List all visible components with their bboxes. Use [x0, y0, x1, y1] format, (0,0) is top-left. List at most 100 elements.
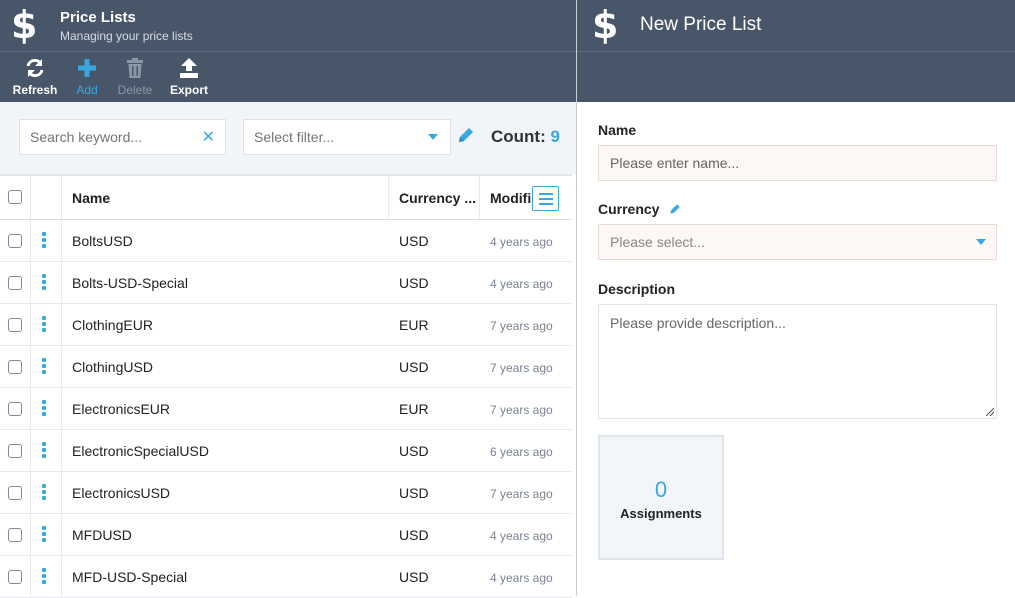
row-currency-cell: USD — [389, 346, 480, 387]
table-row[interactable]: BoltsUSD USD 4 years ago — [0, 220, 572, 262]
assignments-count: 0 — [654, 477, 668, 502]
name-field[interactable]: Please enter name... — [598, 145, 997, 181]
row-name: MFD-USD-Special — [72, 569, 188, 585]
row-name-cell: ElectronicSpecialUSD — [62, 430, 389, 471]
refresh-label: Refresh — [12, 83, 58, 97]
select-all-checkbox[interactable] — [8, 190, 22, 204]
row-actions-cell — [31, 556, 62, 597]
row-modified-cell: 4 years ago — [480, 514, 572, 555]
kebab-menu-icon[interactable] — [42, 526, 48, 544]
menu-icon-bar — [539, 203, 553, 205]
row-checkbox[interactable] — [8, 360, 22, 374]
assignments-label: Assignments — [620, 506, 702, 521]
row-checkbox[interactable] — [8, 318, 22, 332]
refresh-icon — [12, 57, 58, 83]
row-select-cell — [0, 430, 31, 471]
kebab-menu-icon[interactable] — [42, 358, 48, 376]
row-select-cell — [0, 514, 31, 555]
edit-filter-icon[interactable] — [457, 126, 475, 149]
row-currency: EUR — [399, 317, 429, 333]
kebab-menu-icon[interactable] — [42, 442, 48, 460]
kebab-menu-icon[interactable] — [42, 484, 48, 502]
export-label: Export — [169, 83, 208, 97]
table-row[interactable]: Bolts-USD-Special USD 4 years ago — [0, 262, 572, 304]
menu-icon-bar — [539, 198, 553, 200]
table-row[interactable]: ElectronicsEUR EUR 7 years ago — [0, 388, 572, 430]
table-row[interactable]: ElectronicSpecialUSD USD 6 years ago — [0, 430, 572, 472]
add-button[interactable]: Add — [74, 52, 100, 102]
add-label: Add — [76, 83, 98, 97]
row-actions-cell — [31, 220, 62, 261]
edit-currency-icon[interactable] — [669, 202, 681, 218]
row-currency: USD — [399, 233, 429, 249]
refresh-button[interactable]: Refresh — [12, 52, 58, 102]
toolbar: Refresh Add Delete Export — [0, 52, 576, 102]
page-subtitle: Managing your price lists — [60, 29, 193, 43]
menu-icon — [539, 193, 553, 195]
export-button[interactable]: Export — [169, 52, 209, 102]
row-name-cell: Bolts-USD-Special — [62, 262, 389, 303]
row-currency-cell: USD — [389, 430, 480, 471]
kebab-menu-icon[interactable] — [42, 232, 48, 250]
trash-icon — [115, 57, 155, 83]
row-modified: 7 years ago — [490, 487, 553, 501]
table-row[interactable]: ElectronicsUSD USD 7 years ago — [0, 472, 572, 514]
row-checkbox[interactable] — [8, 402, 22, 416]
currency-placeholder: Please select... — [610, 234, 705, 250]
row-modified: 4 years ago — [490, 277, 553, 291]
row-modified-cell: 7 years ago — [480, 304, 572, 345]
table-row[interactable]: MFD-USD-Special USD 4 years ago — [0, 556, 572, 598]
kebab-menu-icon[interactable] — [42, 274, 48, 292]
grid-header: Name Currency ... Modifi... — [0, 176, 572, 220]
table-row[interactable]: MFDUSD USD 4 years ago — [0, 514, 572, 556]
row-currency-cell: USD — [389, 514, 480, 555]
row-actions-cell — [31, 388, 62, 429]
record-count: Count: 9 — [491, 127, 560, 147]
kebab-menu-icon[interactable] — [42, 568, 48, 586]
row-actions-cell — [31, 262, 62, 303]
kebab-menu-icon[interactable] — [42, 316, 48, 334]
description-textarea[interactable]: Please provide description... — [598, 304, 997, 419]
currency-label-text: Currency — [598, 201, 660, 217]
row-checkbox[interactable] — [8, 528, 22, 542]
description-label: Description — [598, 281, 676, 297]
row-modified: 4 years ago — [490, 529, 553, 543]
row-currency: USD — [399, 359, 429, 375]
row-currency-cell: EUR — [389, 304, 480, 345]
row-currency-cell: USD — [389, 262, 480, 303]
assignments-tile[interactable]: 0 Assignments — [598, 435, 724, 560]
table-row[interactable]: ClothingUSD USD 7 years ago — [0, 346, 572, 388]
row-actions-cell — [31, 430, 62, 471]
row-select-cell — [0, 388, 31, 429]
kebab-menu-icon[interactable] — [42, 400, 48, 418]
row-checkbox[interactable] — [8, 570, 22, 584]
form-header-bar: $ New Price List — [577, 0, 1015, 52]
search-input[interactable] — [30, 129, 190, 145]
table-row[interactable]: ClothingEUR EUR 7 years ago — [0, 304, 572, 346]
column-menu-button[interactable] — [532, 186, 559, 211]
row-select-cell — [0, 556, 31, 597]
price-lists-pane: $ Price Lists Managing your price lists … — [0, 0, 576, 598]
row-checkbox[interactable] — [8, 444, 22, 458]
description-placeholder: Please provide description... — [610, 315, 786, 331]
row-name-cell: ClothingUSD — [62, 346, 389, 387]
resize-handle-icon[interactable] — [986, 408, 994, 416]
clear-search-icon[interactable]: ✕ — [202, 127, 215, 147]
row-checkbox[interactable] — [8, 486, 22, 500]
filter-select[interactable] — [243, 119, 451, 155]
delete-button[interactable]: Delete — [115, 52, 155, 102]
column-header-currency[interactable]: Currency ... — [389, 176, 480, 219]
row-checkbox[interactable] — [8, 276, 22, 290]
row-actions-cell — [31, 472, 62, 513]
row-checkbox[interactable] — [8, 234, 22, 248]
row-select-cell — [0, 262, 31, 303]
row-name: ClothingUSD — [72, 359, 153, 375]
row-modified-cell: 4 years ago — [480, 556, 572, 597]
plus-icon — [74, 57, 100, 83]
row-modified: 7 years ago — [490, 361, 553, 375]
filter-input[interactable] — [254, 129, 414, 145]
form-header: $ New Price List — [577, 0, 1015, 102]
column-header-name[interactable]: Name — [62, 176, 389, 219]
currency-select[interactable]: Please select... — [598, 224, 997, 260]
row-modified-cell: 4 years ago — [480, 220, 572, 261]
